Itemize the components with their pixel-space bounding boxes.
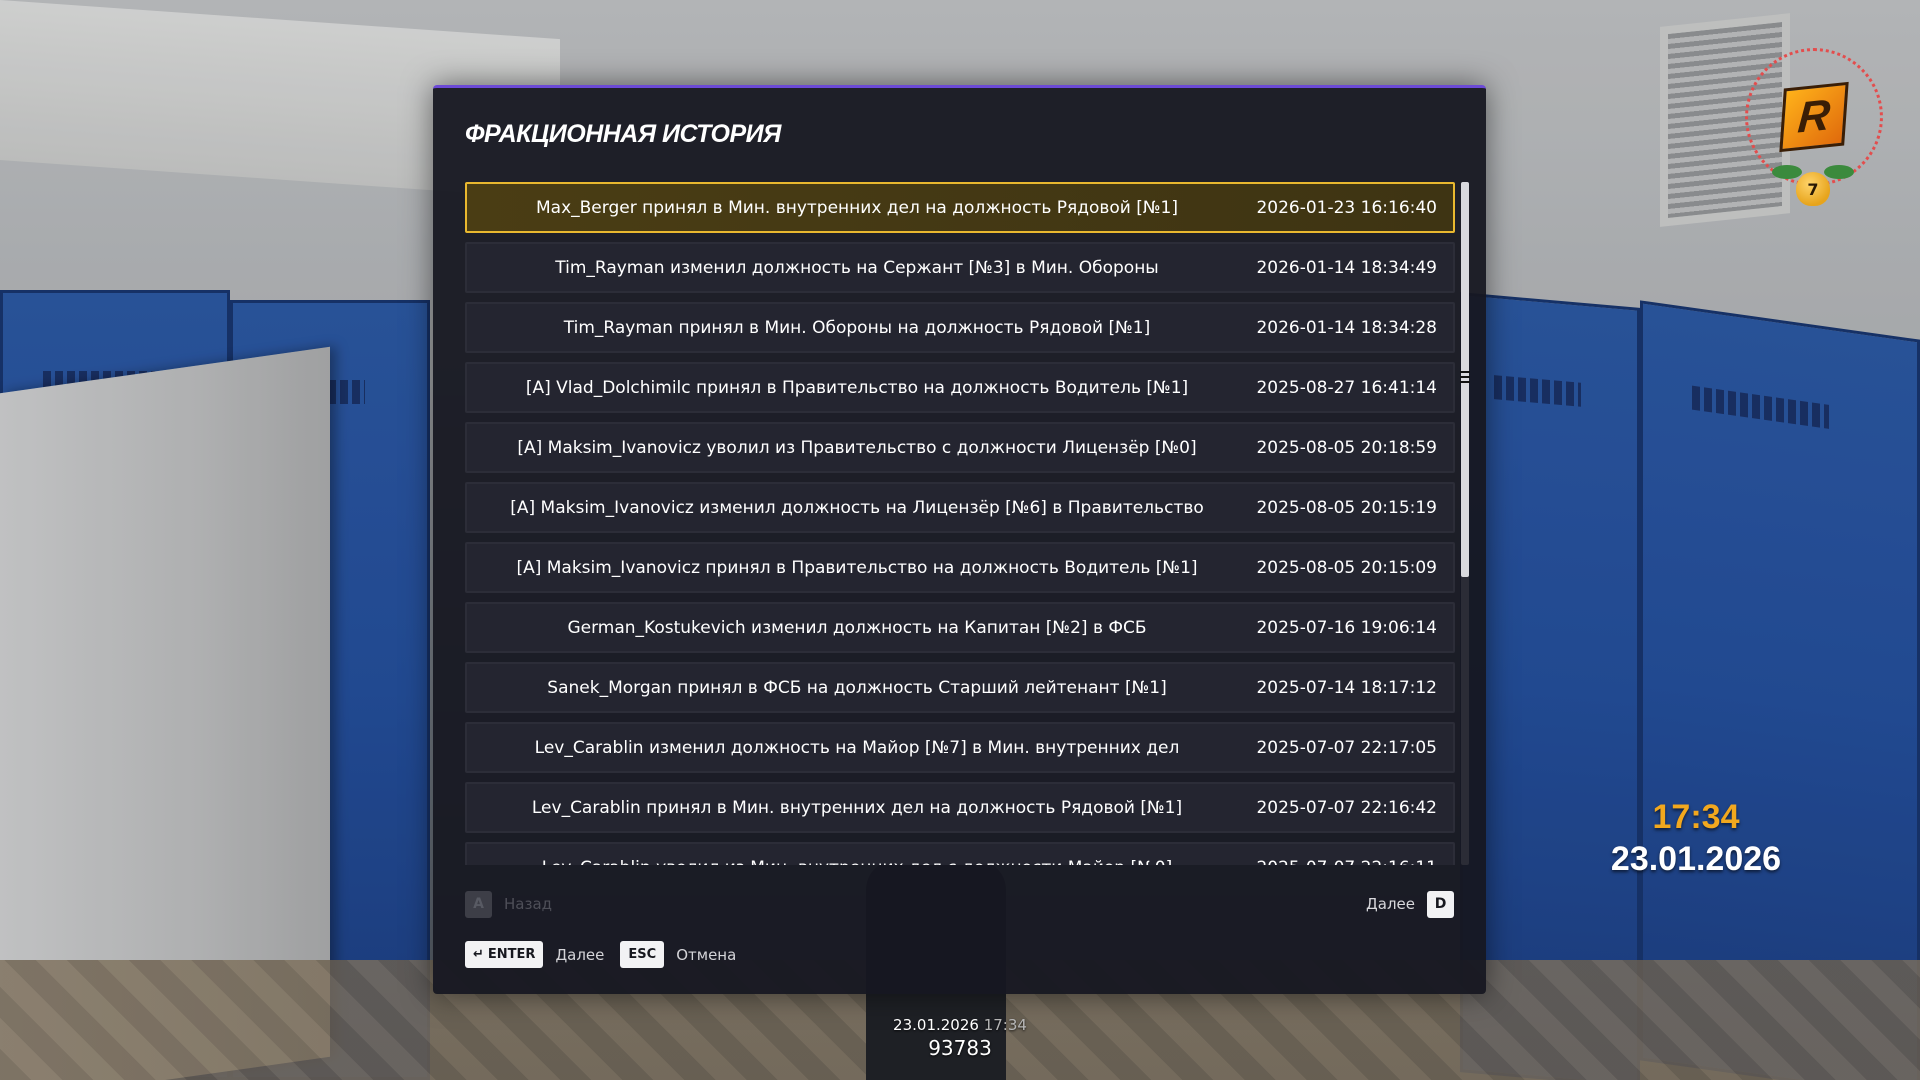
- return-arrow-icon: ↵: [473, 947, 484, 962]
- history-event-text: Sanek_Morgan принял в ФСБ на должность С…: [547, 677, 1167, 698]
- history-event-date: 2025-07-14 18:17:12: [1256, 677, 1437, 698]
- history-row[interactable]: Lev_Carablin изменил должность на Майор …: [465, 722, 1455, 773]
- history-row[interactable]: [A] Maksim_Ivanovicz принял в Правительс…: [465, 542, 1455, 593]
- footer-timestamp: 23.01.2026 17:34: [860, 1016, 1060, 1034]
- history-event-text: Max_Berger принял в Мин. внутренних дел …: [535, 197, 1179, 218]
- enter-action-label: Далее: [555, 945, 605, 964]
- esc-action-label: Отмена: [676, 945, 737, 964]
- history-row[interactable]: Lev_Carablin уволил из Мин. внутренних д…: [465, 842, 1455, 865]
- footer-date: 23.01.2026: [893, 1016, 979, 1034]
- history-event-text: German_Kostukevich изменил должность на …: [567, 617, 1147, 638]
- history-event-text: Lev_Carablin принял в Мин. внутренних де…: [531, 797, 1183, 818]
- player-id: 93783: [928, 1036, 992, 1060]
- history-row[interactable]: Tim_Rayman изменил должность на Сержант …: [465, 242, 1455, 293]
- history-event-text: [A] Maksim_Ivanovicz изменил должность н…: [510, 497, 1204, 518]
- next-page-button[interactable]: Далее D: [1366, 890, 1454, 918]
- history-event-text: [A] Maksim_Ivanovicz уволил из Правитель…: [517, 437, 1197, 458]
- history-list[interactable]: Max_Berger принял в Мин. внутренних дел …: [465, 182, 1458, 865]
- key-a-keycap: A: [465, 890, 492, 918]
- history-event-date: 2025-07-07 22:17:05: [1256, 737, 1437, 758]
- faction-history-dialog: ФРАКЦИОННАЯ ИСТОРИЯ Max_Berger принял в …: [433, 85, 1486, 994]
- logo-letter: R: [1779, 81, 1849, 153]
- history-event-text: Tim_Rayman принял в Мин. Обороны на долж…: [563, 317, 1151, 338]
- history-event-date: 2025-08-05 20:18:59: [1256, 437, 1437, 458]
- key-d-keycap: D: [1427, 890, 1454, 918]
- history-event-date: 2026-01-23 16:16:40: [1256, 197, 1437, 218]
- history-event-text: Lev_Carablin изменил должность на Майор …: [534, 737, 1180, 758]
- holly-leaf-icon: [1824, 165, 1854, 179]
- scroll-grip-icon: [1460, 371, 1470, 383]
- history-row[interactable]: Sanek_Morgan принял в ФСБ на должность С…: [465, 662, 1455, 713]
- history-event-date: 2025-08-05 20:15:19: [1256, 497, 1437, 518]
- dialog-title: ФРАКЦИОННАЯ ИСТОРИЯ: [465, 120, 781, 148]
- history-row[interactable]: Lev_Carablin принял в Мин. внутренних де…: [465, 782, 1455, 833]
- previous-page-button[interactable]: A Назад: [465, 890, 552, 918]
- server-logo: R: [1745, 48, 1883, 186]
- history-event-text: [A] Vlad_Dolchimilc принял в Правительст…: [525, 377, 1189, 398]
- history-row[interactable]: German_Kostukevich изменил должность на …: [465, 602, 1455, 653]
- scrollbar[interactable]: [1461, 182, 1469, 865]
- action-hints: ↵ ENTER Далее ESC Отмена: [465, 941, 752, 968]
- history-event-text: Lev_Carablin уволил из Мин. внутренних д…: [467, 844, 1247, 866]
- history-row[interactable]: Tim_Rayman принял в Мин. Обороны на долж…: [465, 302, 1455, 353]
- history-event-date: 2025-08-05 20:15:09: [1256, 557, 1437, 578]
- history-row[interactable]: [A] Vlad_Dolchimilc принял в Правительст…: [465, 362, 1455, 413]
- history-event-text: [A] Maksim_Ivanovicz принял в Правительс…: [516, 557, 1198, 578]
- esc-key-label: ESC: [628, 947, 657, 962]
- enter-key-button[interactable]: ↵ ENTER: [465, 941, 544, 968]
- enter-key-label: ENTER: [487, 947, 536, 962]
- next-page-label: Далее: [1366, 895, 1415, 913]
- history-event-date: 2025-07-07 22:16:42: [1256, 797, 1437, 818]
- history-event-date: 2025-07-07 22:16:11: [1256, 844, 1437, 866]
- history-event-text: Tim_Rayman изменил должность на Сержант …: [555, 257, 1159, 278]
- history-row[interactable]: [A] Maksim_Ivanovicz изменил должность н…: [465, 482, 1455, 533]
- esc-key-button[interactable]: ESC: [620, 941, 665, 968]
- history-event-date: 2025-08-27 16:41:14: [1256, 377, 1437, 398]
- history-event-date: 2025-07-16 19:06:14: [1256, 617, 1437, 638]
- history-row[interactable]: [A] Maksim_Ivanovicz уволил из Правитель…: [465, 422, 1455, 473]
- footer-time: 17:34: [983, 1016, 1027, 1034]
- bell-level-badge: 7: [1796, 172, 1830, 206]
- history-event-date: 2026-01-14 18:34:28: [1256, 317, 1437, 338]
- holly-leaf-icon: [1772, 165, 1802, 179]
- previous-page-label: Назад: [504, 895, 553, 913]
- hud-clock: 17:34: [1652, 798, 1740, 836]
- history-event-date: 2026-01-14 18:34:49: [1256, 257, 1437, 278]
- hud-date: 23.01.2026: [1610, 840, 1782, 878]
- history-row[interactable]: Max_Berger принял в Мин. внутренних дел …: [465, 182, 1455, 233]
